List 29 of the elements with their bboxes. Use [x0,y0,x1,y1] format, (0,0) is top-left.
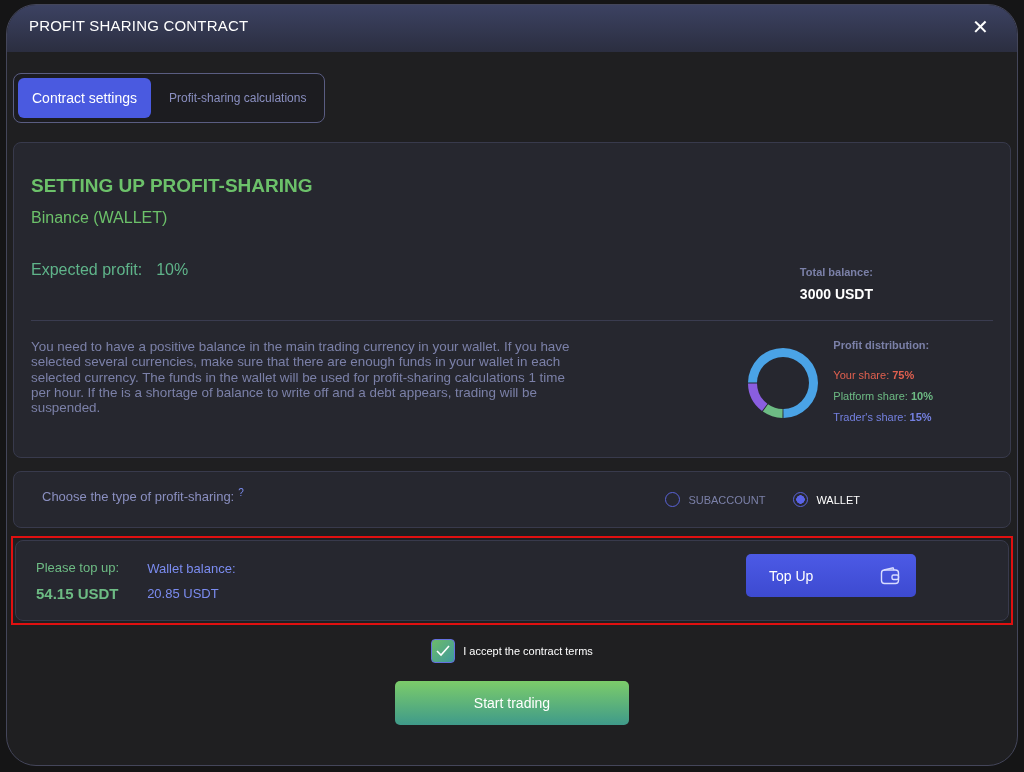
wallet-balance-label: Wallet balance: [147,560,236,576]
share-legend-item: Trader's share: 15% [833,411,933,423]
radio-label[interactable]: SUBACCOUNT [688,493,766,506]
total-balance-label: Total balance: [799,266,873,278]
close-button[interactable]: ✕ [966,14,995,39]
tab[interactable]: Profit-sharing calculations [155,78,321,118]
expected-profit-value: 10% [156,261,189,278]
exchange-label: Binance (WALLET) [31,209,169,227]
section-heading: SETTING UP PROFIT-SHARING [31,175,313,197]
top-up-amount: 54.15 USDT [36,584,120,602]
top-up-label: Please top up: [36,559,120,575]
window-title: PROFIT SHARING CONTRACT [29,17,249,34]
accept-label[interactable]: I accept the contract terms [463,645,593,657]
wallet-icon [880,566,900,585]
top-up-button[interactable]: Top Up [746,554,916,597]
share-legend-item: Your share: 75% [833,369,916,381]
expected-profit-label: Expected profit: [31,261,143,278]
distribution-title: Profit distribution: [833,339,931,351]
radio-label[interactable]: WALLET [816,493,860,506]
notice-text: You need to have a positive balance in the main trading currency in your wallet. If you have selected several currencies, make sure that there are enough funds in your wallet in each selected currency. The funds in the wallet will be used for profit-sharing calculations 1 time per hour. If the is a shortage of balance to write off and a debt appears, trading will be suspended. [31,339,571,418]
share-legend-item: Platform share: 10% [833,390,933,402]
total-balance-value: 3000 USDT [799,286,873,302]
radio-button[interactable] [793,492,809,507]
help-icon[interactable]: ? [238,486,244,498]
accept-checkbox[interactable] [431,639,456,663]
wallet-balance-value: 20.85 USDT [147,585,220,601]
tab[interactable]: Contract settings [18,78,152,118]
type-label: Choose the type of profit-sharing: [42,489,235,505]
checkmark-icon [435,644,452,658]
